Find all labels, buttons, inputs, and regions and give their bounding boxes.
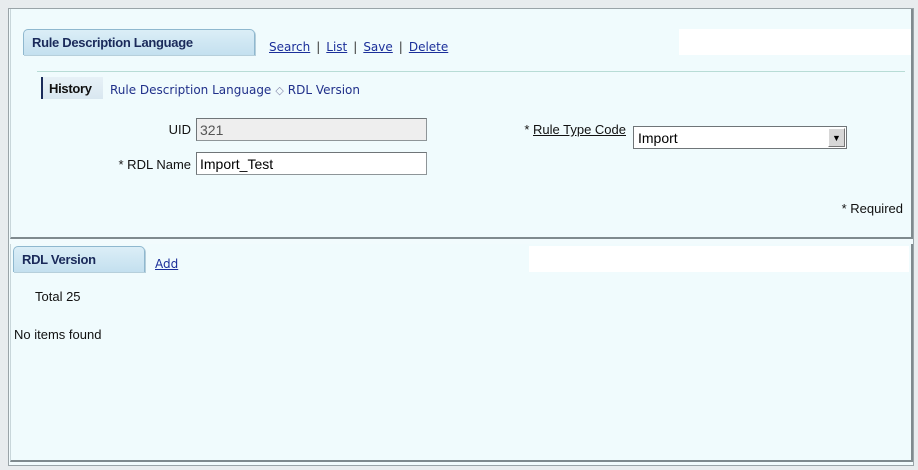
rule-type-select[interactable]: Import ▼ xyxy=(633,126,847,149)
required-asterisk: * xyxy=(524,122,530,137)
diamond-icon: ◇ xyxy=(275,84,284,97)
uid-field[interactable] xyxy=(196,118,427,141)
breadcrumb: Rule Description Language ◇ RDL Version xyxy=(110,83,360,97)
rdl-version-panel: RDL Version Add Total 25 No items found xyxy=(10,244,913,462)
history-label: History xyxy=(41,77,103,99)
required-note: * Required xyxy=(841,201,903,216)
rule-type-value: Import xyxy=(638,130,678,146)
separator: | xyxy=(316,40,321,54)
action-links: Search | List | Save | Delete xyxy=(269,40,448,54)
rdl-name-field[interactable] xyxy=(196,152,427,175)
rule-type-code-link[interactable]: Rule Type Code xyxy=(533,122,626,137)
divider xyxy=(37,71,905,72)
empty-message: No items found xyxy=(14,327,102,342)
rdl-tabbar: Rule Description Language Search | List | Sa… xyxy=(11,9,911,65)
total-count: Total 25 xyxy=(35,289,81,304)
separator: | xyxy=(353,40,358,54)
add-link[interactable]: Add xyxy=(155,257,178,271)
history-bar: History Rule Description Language ◇ RDL Ve… xyxy=(37,75,917,102)
rule-type-label-group: * Rule Type Code xyxy=(481,122,626,137)
save-link[interactable]: Save xyxy=(363,40,392,54)
separator: | xyxy=(398,40,403,54)
chevron-down-icon[interactable]: ▼ xyxy=(828,128,845,147)
breadcrumb-rdl-version[interactable]: RDL Version xyxy=(288,83,360,97)
list-link[interactable]: List xyxy=(326,40,347,54)
tab-rdl-version[interactable]: RDL Version xyxy=(13,246,145,272)
breadcrumb-rdl[interactable]: Rule Description Language xyxy=(110,83,271,97)
rdl-panel: Rule Description Language Search | List | Sa… xyxy=(10,9,913,239)
header-filler xyxy=(679,29,911,55)
rdl-name-label: * RDL Name xyxy=(118,157,191,172)
uid-label: UID xyxy=(168,122,191,137)
search-link[interactable]: Search xyxy=(269,40,310,54)
tab-rule-description-language[interactable]: Rule Description Language xyxy=(23,29,255,55)
header-filler xyxy=(529,246,909,272)
delete-link[interactable]: Delete xyxy=(409,40,448,54)
